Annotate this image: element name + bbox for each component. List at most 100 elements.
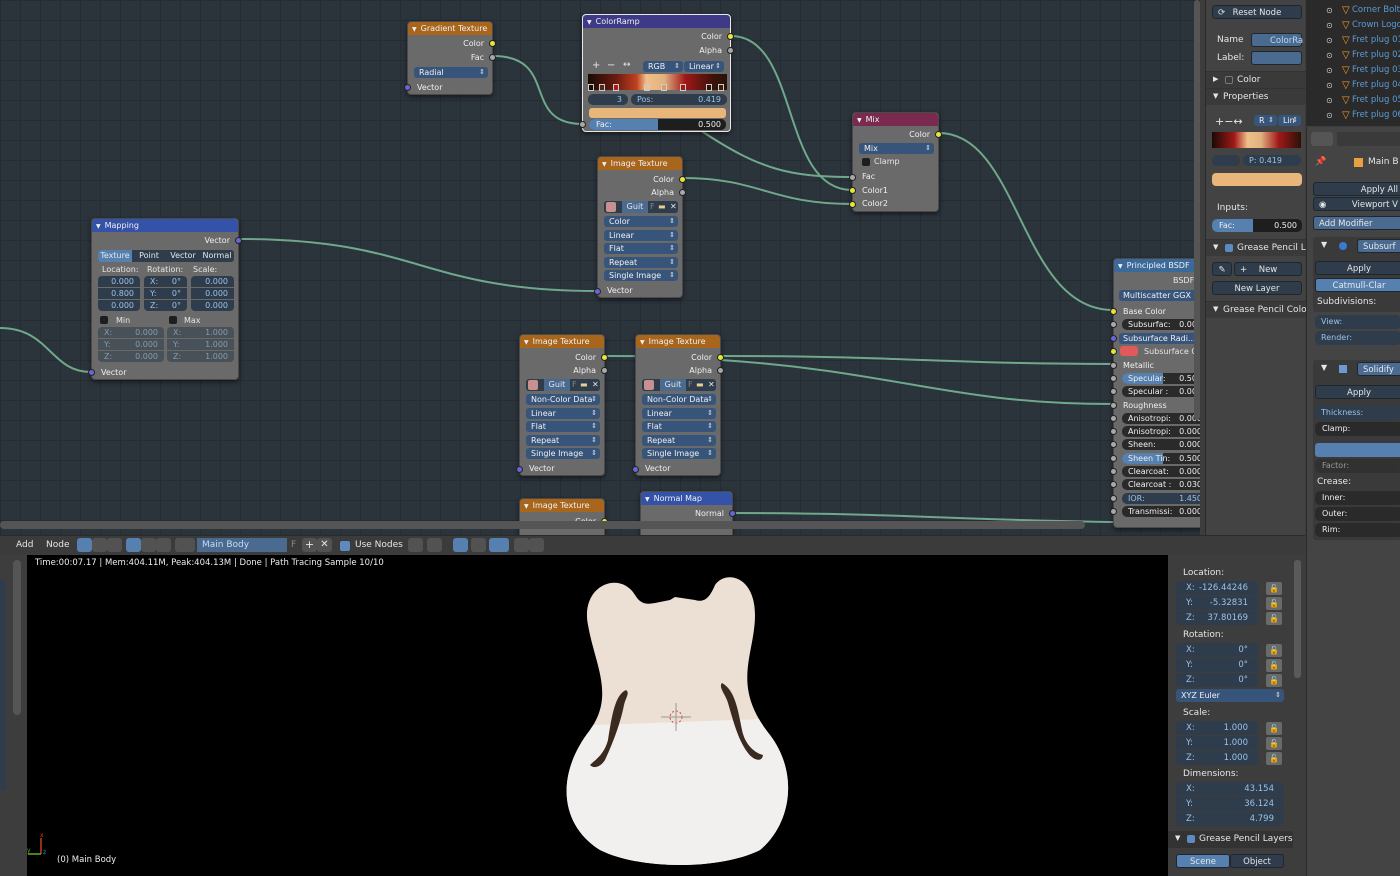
panel-scrollbar[interactable]: [1294, 560, 1301, 678]
color-stop[interactable]: [706, 84, 713, 91]
vertex-group-field[interactable]: [1315, 443, 1400, 457]
tab-texture[interactable]: Texture: [98, 250, 132, 262]
fac-slider[interactable]: Fac: 0.500: [589, 119, 726, 130]
backdrop-icon[interactable]: [453, 538, 468, 552]
unlink-close-icon[interactable]: ✕: [592, 379, 599, 391]
subsurface-slider[interactable]: Subsurfac: 0.000: [1122, 319, 1200, 330]
visibility-dot-icon[interactable]: ⊙: [1326, 18, 1333, 33]
new-layer-button[interactable]: New Layer: [1212, 281, 1302, 295]
lock-icon[interactable]: 🔓: [1266, 582, 1282, 595]
extension-dropdown[interactable]: Repeat: [604, 257, 678, 268]
location-z-field[interactable]: 0.000: [98, 300, 140, 311]
lock-icon[interactable]: 🔓: [1266, 674, 1282, 687]
color-section-header[interactable]: ▶ Color: [1206, 71, 1306, 88]
dimensions-z-field[interactable]: Z: 4.799: [1176, 812, 1284, 826]
color-checkbox[interactable]: [1225, 76, 1233, 84]
color-space-dropdown[interactable]: Non-Color Data: [526, 394, 600, 405]
socket-transmission-in[interactable]: [1110, 508, 1117, 515]
socket-clearcoat-in[interactable]: [1110, 468, 1117, 475]
image-name[interactable]: Guit: [660, 379, 686, 391]
lock-icon[interactable]: 🔓: [1266, 659, 1282, 672]
color-stop[interactable]: [661, 84, 668, 91]
rotation-x-field[interactable]: X: 0°: [144, 276, 187, 287]
socket-color2-in[interactable]: [849, 201, 856, 208]
unlink-close-icon[interactable]: ✕: [670, 201, 677, 213]
clamp-checkbox[interactable]: [862, 158, 870, 166]
clearcoat-slider[interactable]: Clearcoat: 0.000: [1122, 466, 1200, 477]
remove-stop-button[interactable]: −: [607, 60, 615, 71]
ramp-tools[interactable]: +−↔: [1215, 115, 1243, 128]
pencil-icon[interactable]: ✎: [1212, 262, 1232, 276]
texture-nodes-icon[interactable]: [107, 538, 122, 552]
lock-icon[interactable]: 🔓: [1266, 752, 1282, 765]
fac-slider[interactable]: Fac: 0.500: [1212, 219, 1302, 232]
tab-scene[interactable]: Scene: [1176, 854, 1230, 868]
paste-nodes-icon[interactable]: [529, 538, 544, 552]
location-y-field[interactable]: 0.800: [98, 288, 140, 299]
dimensions-x-field[interactable]: X: 43.154: [1176, 782, 1284, 796]
subsurface-color-swatch[interactable]: [1120, 346, 1138, 356]
socket-clearcoat-roughness-in[interactable]: [1110, 481, 1117, 488]
node-mix[interactable]: ▼Mix Color Mix Clamp Fac Color1 Color2: [849, 112, 942, 212]
socket-alpha-out[interactable]: [679, 189, 686, 196]
interpolation-dropdown[interactable]: Linear: [604, 230, 678, 241]
socket-specular-tint-in[interactable]: [1110, 388, 1117, 395]
socket-color-out[interactable]: [601, 354, 608, 361]
image-selector[interactable]: Guit F ▬ ✕: [526, 379, 600, 391]
rim-slider[interactable]: Rim:: [1315, 523, 1400, 537]
node-image-texture[interactable]: ▼Image Texture Color: [519, 498, 608, 535]
source-dropdown[interactable]: Single Image: [604, 270, 678, 281]
socket-metallic-in[interactable]: [1110, 362, 1117, 369]
color-stop[interactable]: [718, 84, 725, 91]
socket-color-out[interactable]: [717, 354, 724, 361]
image-name[interactable]: Guit: [622, 201, 648, 213]
extension-dropdown[interactable]: Repeat: [642, 435, 716, 446]
image-browse-icon[interactable]: [644, 380, 654, 390]
scale-x-field[interactable]: X: 1.000: [1176, 721, 1258, 735]
socket-fac-in[interactable]: [579, 121, 586, 128]
grease-pencil-layers-header[interactable]: ▼ Grease Pencil Layers: [1168, 831, 1293, 848]
outliner-item[interactable]: ⊙ ▽ Fret plug 02: [1306, 48, 1400, 63]
snap-element-icon[interactable]: [489, 538, 509, 552]
subdivisions-view-field[interactable]: View:: [1315, 315, 1400, 329]
color-stop[interactable]: [588, 84, 594, 91]
node-image-texture[interactable]: ▼ Image Texture Color Alpha Guit F ▬ ✕ No…: [516, 334, 608, 476]
menu-node[interactable]: Node: [46, 540, 70, 550]
stop-index-field[interactable]: [1212, 155, 1240, 166]
socket-fac-out[interactable]: [489, 54, 496, 61]
grease-pencil-colors-header[interactable]: ▼ Grease Pencil Colo: [1206, 301, 1307, 318]
apply-all-button[interactable]: Apply All: [1313, 182, 1400, 196]
socket-color-out[interactable]: [679, 176, 686, 183]
stop-position-field[interactable]: Pos: 0.419: [631, 94, 727, 105]
ramp-color-mode-dropdown[interactable]: R: [1254, 115, 1277, 126]
outliner-item[interactable]: ⊙ ▽ Fret plug 03: [1306, 63, 1400, 78]
subdivisions-render-field[interactable]: Render:: [1315, 331, 1400, 345]
material-browse-icon[interactable]: [175, 538, 195, 552]
socket-color-out[interactable]: [727, 33, 734, 40]
distribution-dropdown[interactable]: Multiscatter GGX: [1119, 290, 1200, 301]
interpolation-dropdown[interactable]: Linear: [684, 61, 724, 72]
image-editor[interactable]: Time:00:07.17 | Mem:404.11M, Peak:404.13…: [0, 555, 1305, 876]
scale-y-field[interactable]: 0.000: [191, 288, 234, 299]
node-mapping[interactable]: ▼ Mapping Vector Texture Point Vector Nor…: [88, 218, 242, 380]
visibility-dot-icon[interactable]: ⊙: [1326, 48, 1333, 63]
location-x-field[interactable]: 0.000: [98, 276, 140, 287]
node-editor[interactable]: ▼Gradient Texture Color Fac Radial Vecto…: [0, 0, 1200, 535]
rotation-x-field[interactable]: X: 0°: [1176, 643, 1258, 657]
socket-sheen-tint-in[interactable]: [1110, 455, 1117, 462]
shader-nodes-icon[interactable]: [77, 538, 92, 552]
extension-dropdown[interactable]: Repeat: [526, 435, 600, 446]
add-stop-button[interactable]: +: [592, 60, 600, 71]
color-stop[interactable]: [643, 84, 650, 91]
lock-icon[interactable]: 🔓: [1266, 644, 1282, 657]
active-stop-index-field[interactable]: 3: [588, 94, 628, 105]
tab-normal[interactable]: Normal: [200, 250, 234, 262]
clearcoat-roughness-slider[interactable]: Clearcoat : 0.030: [1122, 479, 1200, 490]
socket-vector-in[interactable]: [404, 84, 411, 91]
anisotropic-rotation-slider[interactable]: Anisotropi: 0.000: [1122, 426, 1200, 437]
collapse-arrow-icon[interactable]: ▼: [1321, 363, 1327, 372]
visibility-dot-icon[interactable]: ⊙: [1326, 108, 1333, 123]
lock-icon[interactable]: 🔓: [1266, 737, 1282, 750]
ramp-gradient-preview[interactable]: [1212, 132, 1301, 148]
rotation-y-field[interactable]: Y: 0°: [1176, 658, 1258, 672]
